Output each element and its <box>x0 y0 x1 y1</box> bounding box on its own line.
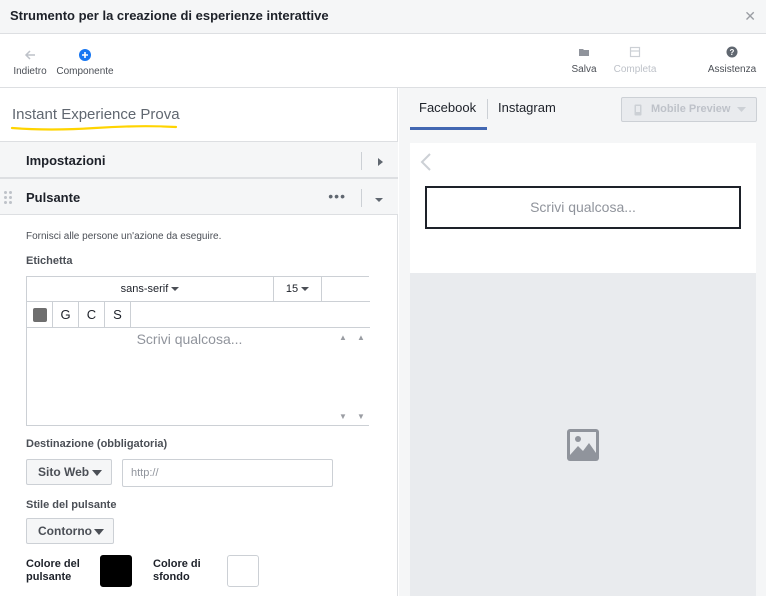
button-text-area[interactable]: Scrivi qualcosa... ▲ ▲ ▼ ▼ <box>27 328 370 426</box>
underline-button[interactable]: S <box>105 302 131 327</box>
color-swatch <box>33 308 47 322</box>
title-bar: Strumento per la creazione di esperienze… <box>0 0 766 34</box>
component-label: Componente <box>56 66 114 77</box>
scroll-down-icon[interactable]: ▼ <box>357 412 365 421</box>
background-color-picker[interactable] <box>227 555 259 587</box>
tab-instagram[interactable]: Instagram <box>498 100 556 115</box>
close-icon[interactable]: ✕ <box>744 8 756 25</box>
chevron-down-icon[interactable] <box>374 191 384 209</box>
scroll-up-icon[interactable]: ▲ <box>339 333 347 342</box>
text-color-button[interactable] <box>27 302 53 327</box>
caret-down-icon <box>737 107 746 112</box>
window-title: Strumento per la creazione di esperienze… <box>10 8 329 23</box>
background-color-label: Colore di sfondo <box>153 558 201 583</box>
settings-label: Impostazioni <box>26 153 106 168</box>
complete-button[interactable]: Completa <box>612 46 658 75</box>
text-placeholder: Scrivi qualcosa... <box>136 331 243 347</box>
scroll-up-icon[interactable]: ▲ <box>357 333 365 342</box>
mobile-preview-button[interactable]: Mobile Preview <box>621 97 757 122</box>
button-style-dropdown[interactable]: Contorno <box>26 518 114 544</box>
question-icon: ? <box>707 46 757 64</box>
toolbar: Indietro Componente Salva Completa ? Ass… <box>0 34 766 88</box>
image-placeholder-icon <box>567 429 599 461</box>
label-title: Etichetta <box>26 255 73 267</box>
destination-title: Destinazione (obbligatoria) <box>26 438 168 450</box>
button-section[interactable]: Pulsante ••• <box>0 178 398 215</box>
folder-icon <box>569 46 599 64</box>
tab-facebook[interactable]: Facebook <box>419 100 476 115</box>
chevron-left-icon[interactable] <box>419 152 433 172</box>
back-label: Indietro <box>13 66 47 77</box>
back-button[interactable]: Indietro <box>13 48 47 77</box>
editor-panel: Instant Experience Prova Impostazioni Pu… <box>0 88 398 596</box>
button-color-label: Colore del pulsante <box>26 558 80 583</box>
chevron-right-icon[interactable] <box>376 154 384 172</box>
more-options-icon[interactable]: ••• <box>328 188 346 204</box>
button-color-picker[interactable] <box>100 555 132 587</box>
italic-button[interactable]: C <box>79 302 105 327</box>
arrow-left-icon <box>13 48 47 66</box>
scroll-down-icon[interactable]: ▼ <box>339 412 347 421</box>
font-size-select[interactable]: 15 <box>274 277 322 302</box>
add-component-button[interactable]: Componente <box>56 48 114 77</box>
button-section-label: Pulsante <box>26 190 81 205</box>
settings-section[interactable]: Impostazioni <box>0 141 398 178</box>
plus-circle-icon <box>56 48 114 66</box>
help-label: Assistenza <box>707 64 757 75</box>
highlight-underline <box>10 125 178 131</box>
drag-handle-icon[interactable] <box>4 191 12 205</box>
button-hint: Fornisci alle persone un'azione da esegu… <box>26 231 222 242</box>
font-family-select[interactable]: sans-serif <box>27 277 274 302</box>
help-button[interactable]: ? Assistenza <box>707 46 757 75</box>
caret-down-icon <box>92 470 102 476</box>
bold-button[interactable]: G <box>53 302 79 327</box>
svg-text:?: ? <box>730 48 735 57</box>
style-title: Stile del pulsante <box>26 499 117 511</box>
destination-type-dropdown[interactable]: Sito Web <box>26 459 112 485</box>
save-button[interactable]: Salva <box>569 46 599 75</box>
mobile-phone-icon <box>634 104 642 116</box>
complete-label: Completa <box>613 64 657 75</box>
active-tab-indicator <box>410 127 487 130</box>
url-input[interactable]: http:// <box>122 459 333 487</box>
caret-down-icon <box>94 529 104 535</box>
preview-cta-button[interactable]: Scrivi qualcosa... <box>425 186 741 229</box>
caret-down-icon <box>171 287 180 291</box>
platform-tabs: Facebook Instagram Mobile Preview <box>399 88 766 131</box>
preview-panel: Facebook Instagram Mobile Preview Scrivi… <box>399 88 766 596</box>
experience-name-input[interactable]: Instant Experience Prova <box>12 106 180 123</box>
layout-icon <box>612 46 658 64</box>
save-label: Salva <box>571 64 597 75</box>
caret-down-icon <box>301 287 310 291</box>
mobile-preview: Scrivi qualcosa... <box>410 143 756 596</box>
rich-text-editor: sans-serif 15 G C S Scrivi qualcosa... ▲… <box>26 276 370 426</box>
